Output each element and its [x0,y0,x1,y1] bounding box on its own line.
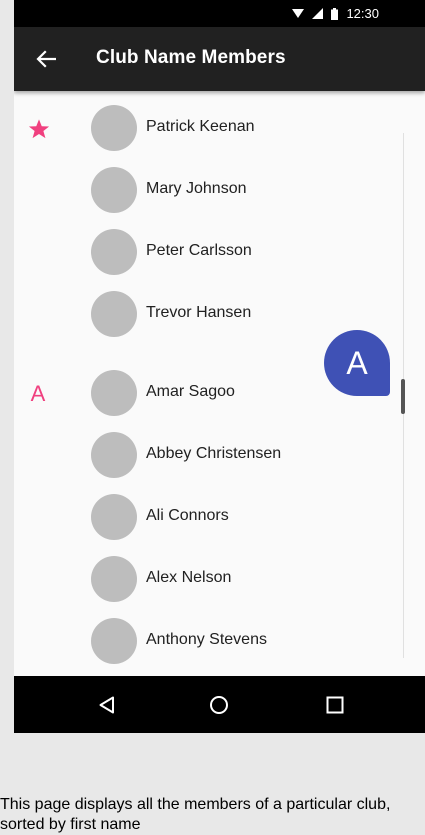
member-name: Abbey Christensen [146,445,282,462]
wifi-icon [292,8,305,18]
list-item[interactable]: Anthony Stevens [14,610,404,672]
avatar [91,370,137,416]
avatar [91,167,137,213]
phone-screen: 12:30 Club Name Members A Patrick Keenan… [14,0,425,733]
member-name: Mary Johnson [146,180,247,197]
list-item[interactable]: Patrick Keenan [14,97,404,159]
member-name: Trevor Hansen [146,304,252,321]
page-caption: This page displays all the members of a … [0,796,391,833]
list-item[interactable]: Alex Nelson [14,548,404,610]
avatar [91,432,137,478]
avatar [91,229,137,275]
scrollbar-thumb[interactable] [401,379,405,414]
battery-icon [331,7,339,20]
circle-home-icon [210,696,228,714]
cell-signal-icon [312,8,324,19]
status-time: 12:30 [346,6,379,21]
page-title: Club Name Members [96,47,286,68]
status-icons: 12:30 [292,6,379,21]
back-nav-button[interactable] [96,694,118,716]
avatar [91,494,137,540]
recents-nav-button[interactable] [324,694,346,716]
list-item[interactable]: Abbey Christensen [14,424,404,486]
avatar [91,291,137,337]
list-item[interactable]: Mary Johnson [14,159,404,221]
square-recents-icon [326,696,344,714]
avatar [91,556,137,602]
app-bar: Club Name Members [14,27,425,91]
member-name: Ali Connors [146,507,229,524]
arrow-back-icon [36,50,56,68]
member-name: Peter Carlsson [146,242,252,259]
status-bar: 12:30 [14,0,425,27]
list-item[interactable]: Peter Carlsson [14,221,404,283]
member-name: Anthony Stevens [146,631,267,648]
fast-scroll-bubble: A [324,330,390,396]
member-name: Alex Nelson [146,569,232,586]
member-name: Amar Sagoo [146,383,235,400]
back-button[interactable] [32,45,60,73]
list-item[interactable]: Ali Connors [14,486,404,548]
triangle-back-icon [99,696,114,714]
member-name: Patrick Keenan [146,118,255,135]
avatar [91,618,137,664]
navigation-bar [14,676,425,733]
avatar [91,105,137,151]
home-nav-button[interactable] [208,694,230,716]
